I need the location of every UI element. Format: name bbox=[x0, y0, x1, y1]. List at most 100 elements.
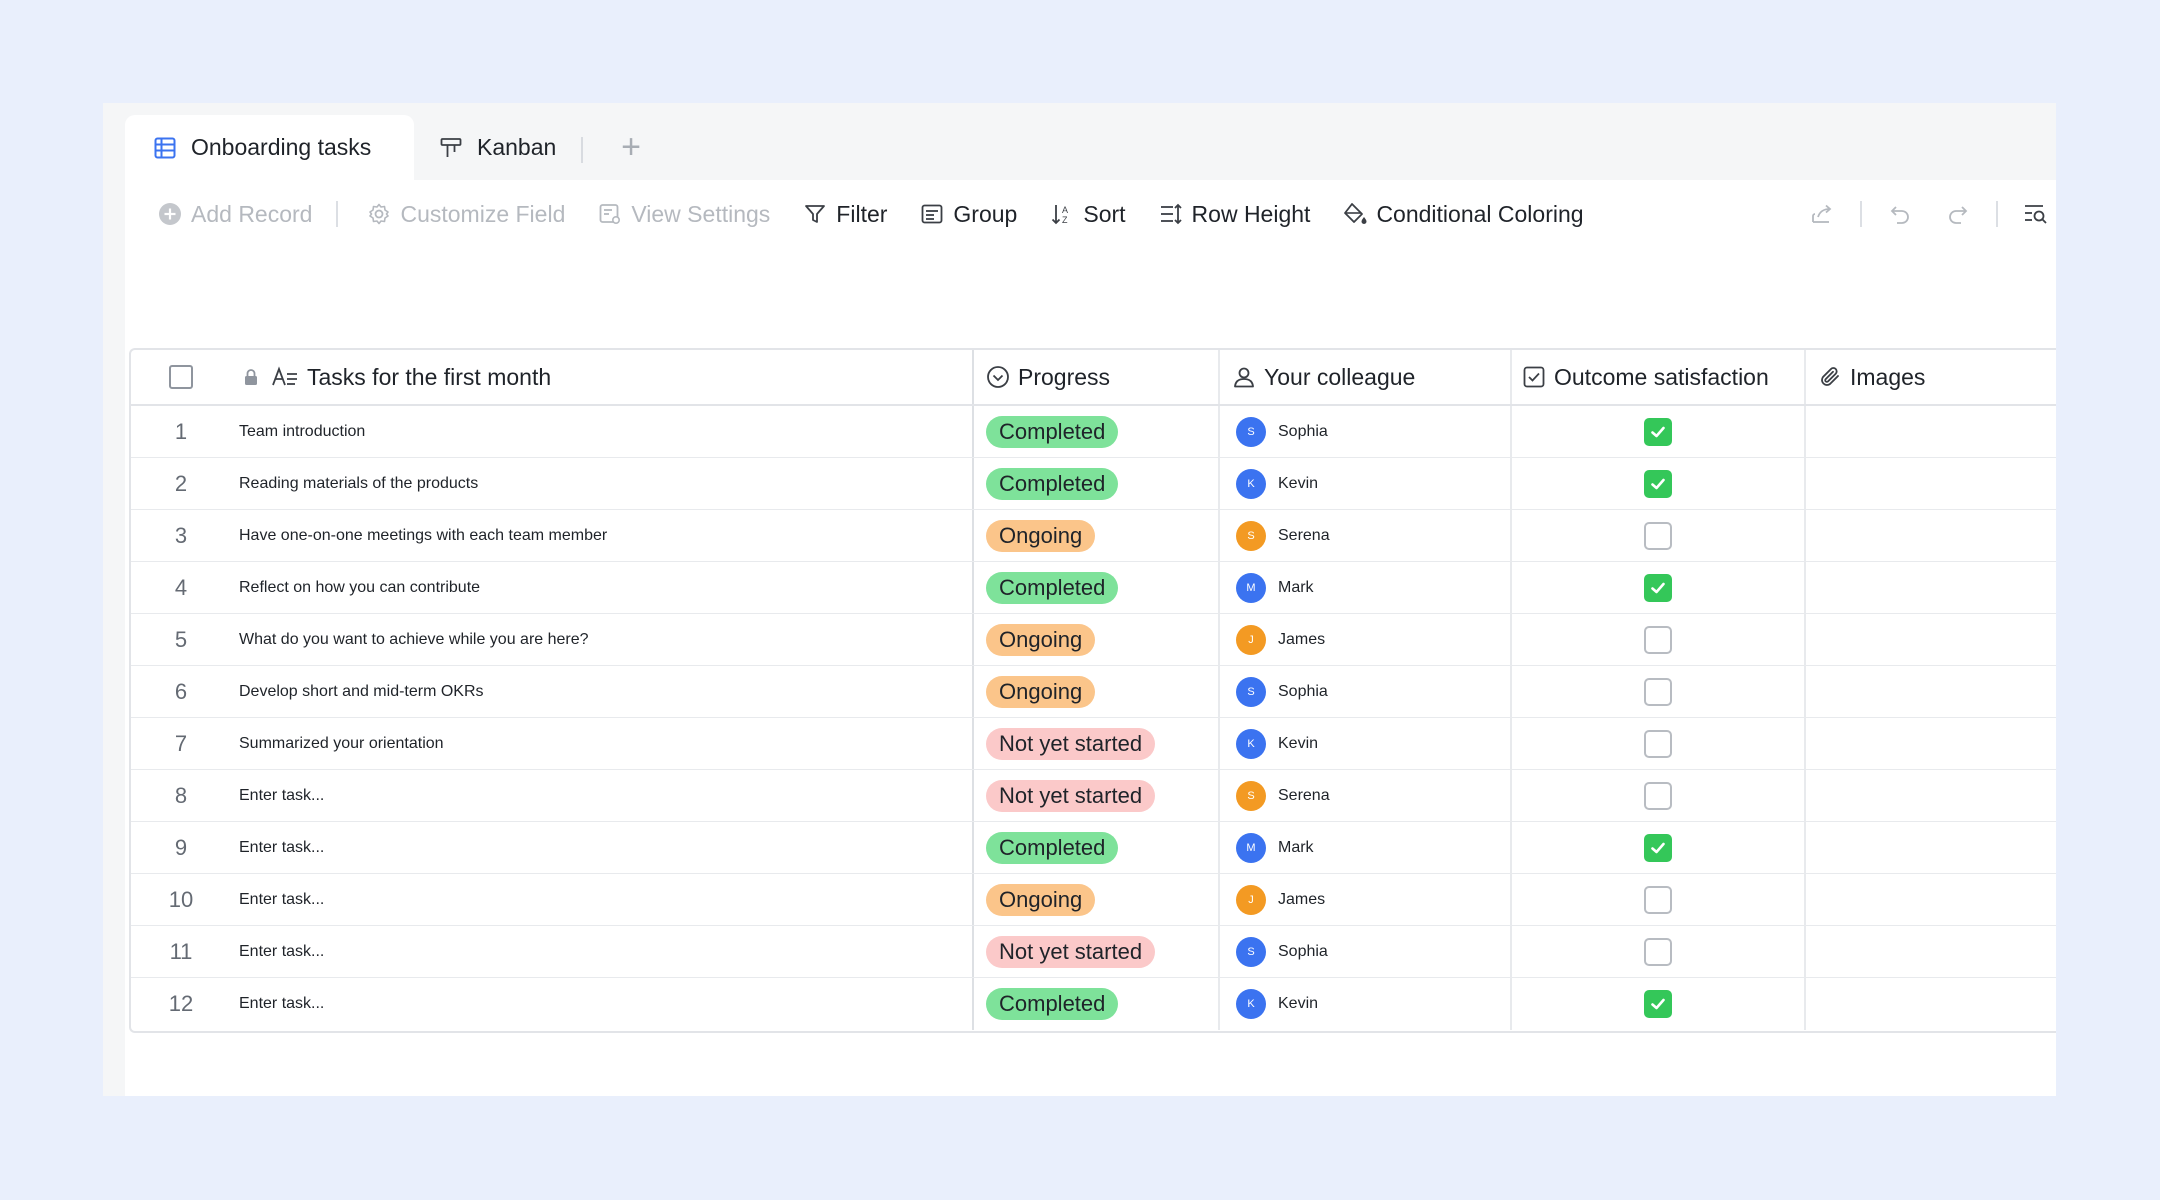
outcome-checkbox[interactable] bbox=[1644, 573, 1672, 602]
table-row[interactable]: 8 Enter task... Not yet started S Serena bbox=[131, 770, 2056, 822]
redo-icon[interactable] bbox=[1938, 194, 1978, 234]
table-row[interactable]: 2 Reading materials of the products Comple… bbox=[131, 458, 2056, 510]
task-cell[interactable]: Reflect on how you can contribute bbox=[231, 562, 974, 613]
images-cell[interactable] bbox=[1806, 458, 2056, 509]
progress-cell[interactable]: Completed bbox=[974, 978, 1220, 1030]
table-row[interactable]: 1 Team introduction Completed S Sophia bbox=[131, 406, 2056, 458]
outcome-cell bbox=[1512, 510, 1806, 561]
outcome-checkbox[interactable] bbox=[1644, 625, 1672, 654]
images-cell[interactable] bbox=[1806, 510, 2056, 561]
colleague-cell[interactable]: S Serena bbox=[1220, 770, 1512, 821]
add-view-plus-icon[interactable]: + bbox=[611, 127, 651, 167]
task-cell[interactable]: Team introduction bbox=[231, 406, 974, 457]
outcome-checkbox[interactable] bbox=[1644, 729, 1672, 758]
colleague-cell[interactable]: J James bbox=[1220, 614, 1512, 665]
group-button[interactable]: Group bbox=[919, 194, 1017, 234]
task-cell[interactable]: Enter task... bbox=[231, 874, 974, 925]
colleague-cell[interactable]: S Sophia bbox=[1220, 666, 1512, 717]
progress-cell[interactable]: Ongoing bbox=[974, 510, 1220, 561]
tab-onboarding-tasks[interactable]: Onboarding tasks bbox=[125, 115, 414, 180]
progress-cell[interactable]: Ongoing bbox=[974, 666, 1220, 717]
tab-kanban[interactable]: Kanban bbox=[439, 115, 556, 180]
colleague-cell[interactable]: S Sophia bbox=[1220, 926, 1512, 977]
outcome-checkbox[interactable] bbox=[1644, 833, 1672, 862]
task-cell[interactable]: Enter task... bbox=[231, 770, 974, 821]
progress-cell[interactable]: Ongoing bbox=[974, 614, 1220, 665]
images-cell[interactable] bbox=[1806, 822, 2056, 873]
column-header-progress[interactable]: Progress bbox=[974, 350, 1220, 404]
avatar: S bbox=[1236, 676, 1266, 707]
undo-icon[interactable] bbox=[1880, 194, 1920, 234]
images-cell[interactable] bbox=[1806, 874, 2056, 925]
progress-cell[interactable]: Not yet started bbox=[974, 926, 1220, 977]
colleague-cell[interactable]: M Mark bbox=[1220, 822, 1512, 873]
images-cell[interactable] bbox=[1806, 406, 2056, 457]
colleague-cell[interactable]: K Kevin bbox=[1220, 718, 1512, 769]
progress-cell[interactable]: Completed bbox=[974, 458, 1220, 509]
row-height-button[interactable]: Row Height bbox=[1158, 194, 1310, 234]
row-index: 8 bbox=[131, 770, 231, 821]
conditional-coloring-button[interactable]: Conditional Coloring bbox=[1342, 194, 1584, 234]
colleague-cell[interactable]: S Serena bbox=[1220, 510, 1512, 561]
outcome-checkbox[interactable] bbox=[1644, 469, 1672, 498]
table-row[interactable]: 7 Summarized your orientation Not yet star… bbox=[131, 718, 2056, 770]
select-all-checkbox[interactable] bbox=[169, 365, 193, 389]
table-row[interactable]: 11 Enter task... Not yet started S Sophia bbox=[131, 926, 2056, 978]
task-cell[interactable]: Develop short and mid-term OKRs bbox=[231, 666, 974, 717]
images-cell[interactable] bbox=[1806, 666, 2056, 717]
images-cell[interactable] bbox=[1806, 926, 2056, 977]
task-text: Develop short and mid-term OKRs bbox=[239, 682, 484, 700]
share-icon[interactable] bbox=[1802, 194, 1842, 234]
colleague-cell[interactable]: S Sophia bbox=[1220, 406, 1512, 457]
table-row[interactable]: 10 Enter task... Ongoing J James bbox=[131, 874, 2056, 926]
outcome-checkbox[interactable] bbox=[1644, 521, 1672, 550]
table-row[interactable]: 5 What do you want to achieve while you a… bbox=[131, 614, 2056, 666]
colleague-name: Serena bbox=[1278, 786, 1330, 804]
outcome-checkbox[interactable] bbox=[1644, 937, 1672, 966]
colleague-cell[interactable]: M Mark bbox=[1220, 562, 1512, 613]
customize-field-button[interactable]: Customize Field bbox=[366, 194, 565, 234]
table-row[interactable]: 6 Develop short and mid-term OKRs Ongoing S… bbox=[131, 666, 2056, 718]
view-settings-button[interactable]: View Settings bbox=[597, 194, 770, 234]
filter-button[interactable]: Filter bbox=[802, 194, 887, 234]
task-cell[interactable]: Have one-on-one meetings with each team … bbox=[231, 510, 974, 561]
progress-cell[interactable]: Completed bbox=[974, 406, 1220, 457]
task-cell[interactable]: Enter task... bbox=[231, 926, 974, 977]
images-cell[interactable] bbox=[1806, 770, 2056, 821]
colleague-cell[interactable]: K Kevin bbox=[1220, 458, 1512, 509]
table-row[interactable]: 3 Have one-on-one meetings with each team… bbox=[131, 510, 2056, 562]
progress-cell[interactable]: Not yet started bbox=[974, 770, 1220, 821]
task-cell[interactable]: Summarized your orientation bbox=[231, 718, 974, 769]
task-cell[interactable]: Enter task... bbox=[231, 822, 974, 873]
images-cell[interactable] bbox=[1806, 614, 2056, 665]
column-header-images[interactable]: Images bbox=[1806, 350, 2056, 404]
table-row[interactable]: 12 Enter task... Completed K Kevin bbox=[131, 978, 2056, 1030]
column-header-colleague[interactable]: Your colleague bbox=[1220, 350, 1512, 404]
progress-cell[interactable]: Not yet started bbox=[974, 718, 1220, 769]
progress-cell[interactable]: Completed bbox=[974, 822, 1220, 873]
images-cell[interactable] bbox=[1806, 978, 2056, 1030]
outcome-checkbox[interactable] bbox=[1644, 781, 1672, 810]
progress-cell[interactable]: Completed bbox=[974, 562, 1220, 613]
outcome-checkbox[interactable] bbox=[1644, 677, 1672, 706]
task-cell[interactable]: Enter task... bbox=[231, 978, 974, 1030]
add-record-button[interactable]: Add Record bbox=[157, 194, 312, 234]
outcome-cell bbox=[1512, 926, 1806, 977]
images-cell[interactable] bbox=[1806, 718, 2056, 769]
column-header-task[interactable]: Tasks for the first month bbox=[231, 350, 974, 404]
sort-button[interactable]: AZ Sort bbox=[1049, 194, 1126, 234]
colleague-cell[interactable]: K Kevin bbox=[1220, 978, 1512, 1030]
outcome-checkbox[interactable] bbox=[1644, 885, 1672, 914]
progress-cell[interactable]: Ongoing bbox=[974, 874, 1220, 925]
column-header-label: Outcome satisfaction bbox=[1554, 363, 1769, 390]
task-cell[interactable]: Reading materials of the products bbox=[231, 458, 974, 509]
search-records-icon[interactable] bbox=[2016, 194, 2056, 234]
table-row[interactable]: 9 Enter task... Completed M Mark bbox=[131, 822, 2056, 874]
column-header-outcome[interactable]: Outcome satisfaction bbox=[1512, 350, 1806, 404]
task-cell[interactable]: What do you want to achieve while you ar… bbox=[231, 614, 974, 665]
outcome-checkbox[interactable] bbox=[1644, 990, 1672, 1018]
outcome-checkbox[interactable] bbox=[1644, 417, 1672, 446]
table-row[interactable]: 4 Reflect on how you can contribute Comple… bbox=[131, 562, 2056, 614]
colleague-cell[interactable]: J James bbox=[1220, 874, 1512, 925]
images-cell[interactable] bbox=[1806, 562, 2056, 613]
